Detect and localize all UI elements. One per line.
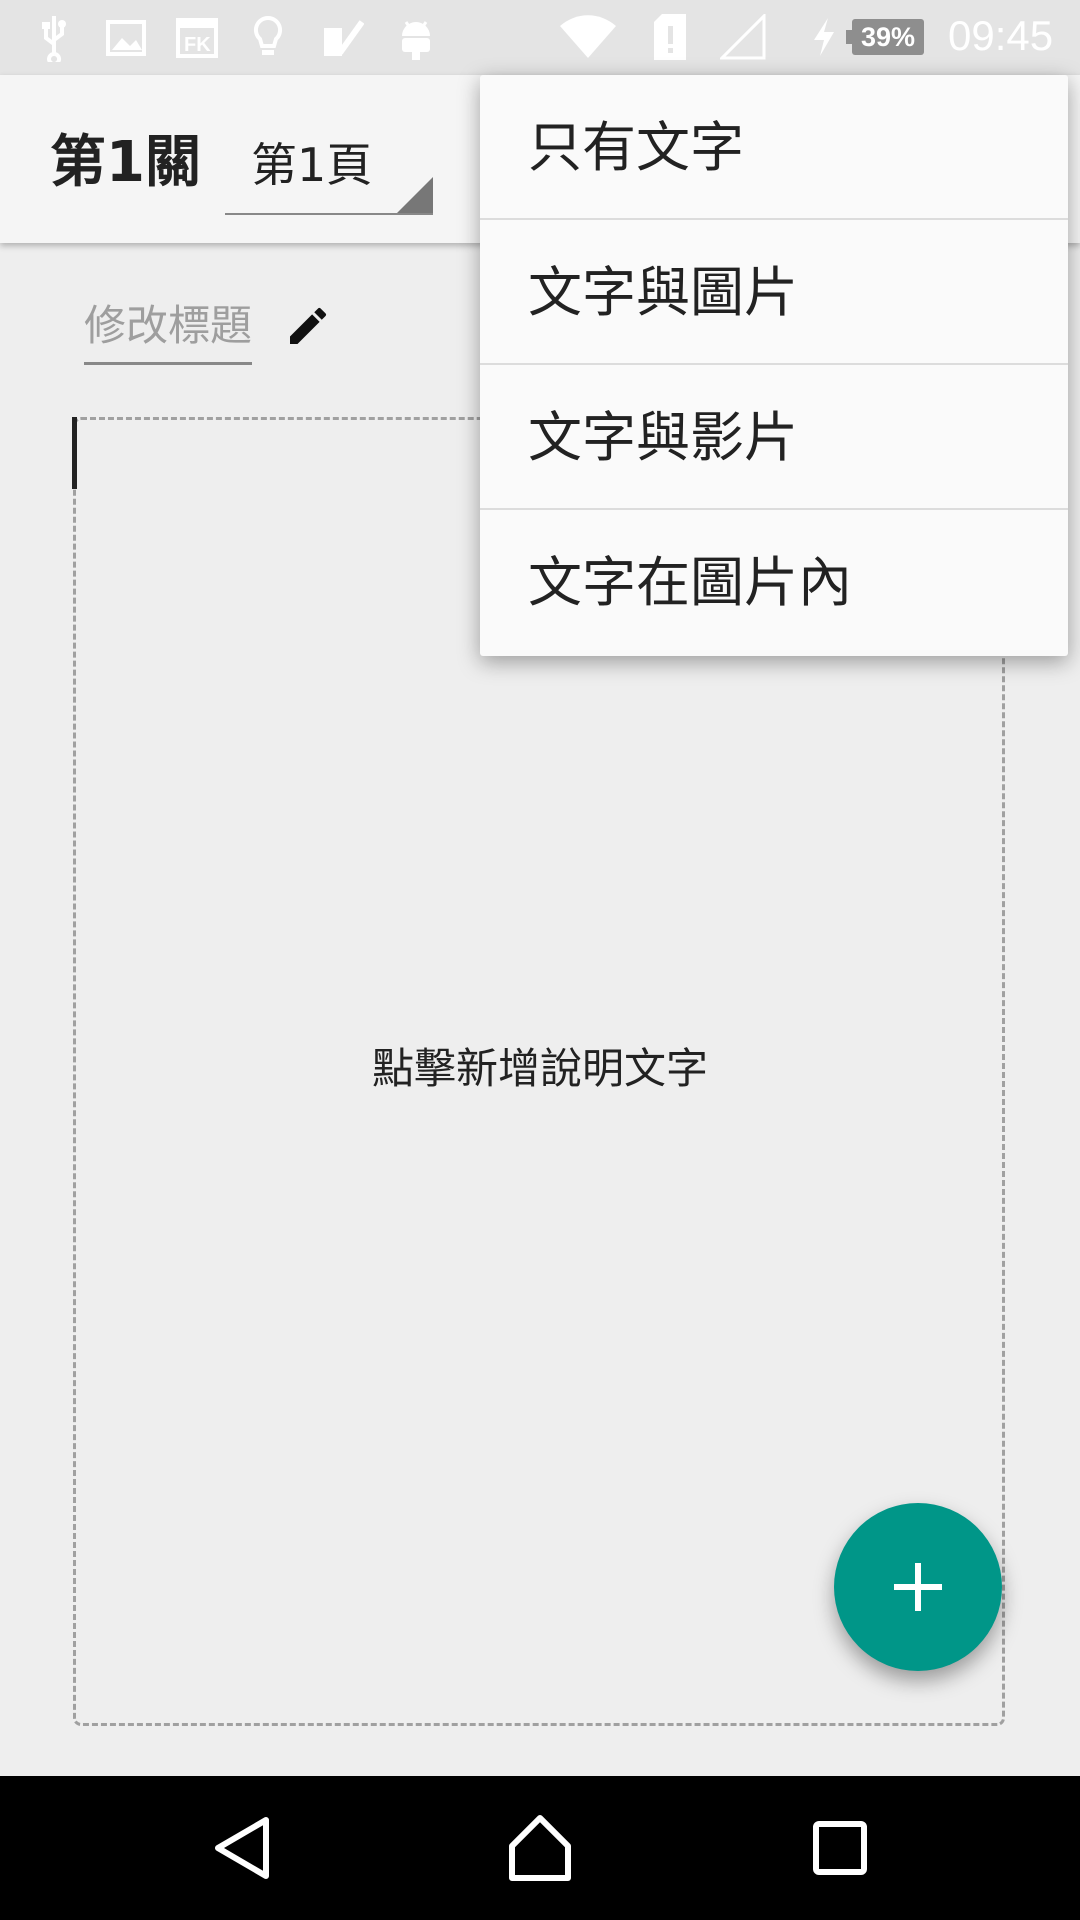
battery-indicator: 39% bbox=[846, 19, 924, 55]
menu-item-text-and-video[interactable]: 文字與影片 bbox=[480, 365, 1068, 510]
check-task-icon bbox=[324, 20, 364, 56]
add-description-hint: 點擊新增說明文字 bbox=[371, 1044, 708, 1093]
clock: 09:45 bbox=[948, 12, 1054, 59]
android-icon bbox=[402, 21, 430, 60]
text-cursor bbox=[72, 417, 77, 489]
image-icon bbox=[106, 20, 146, 56]
screen: FK 39% 09:45 第1關 第1頁 修改標題 點擊新增說明文字 只有文字 … bbox=[0, 0, 1080, 1920]
plus-icon bbox=[894, 1563, 942, 1611]
lightbulb-icon bbox=[253, 15, 283, 55]
home-icon[interactable] bbox=[498, 1806, 582, 1890]
back-icon[interactable] bbox=[200, 1806, 284, 1890]
navigation-bar bbox=[0, 1776, 1080, 1920]
pencil-icon[interactable] bbox=[284, 302, 332, 350]
add-button[interactable] bbox=[834, 1503, 1002, 1671]
title-input[interactable]: 修改標題 bbox=[84, 298, 252, 365]
title-placeholder: 修改標題 bbox=[84, 301, 253, 350]
usb-icon bbox=[42, 16, 66, 62]
page-selector-value: 第1頁 bbox=[251, 138, 373, 192]
menu-item-text-and-image[interactable]: 文字與圖片 bbox=[480, 220, 1068, 365]
page-selector[interactable]: 第1頁 bbox=[225, 105, 433, 215]
layout-type-menu: 只有文字 文字與圖片 文字與影片 文字在圖片內 bbox=[480, 75, 1068, 656]
app-fk-icon: FK bbox=[176, 18, 218, 58]
status-bar: FK 39% 09:45 bbox=[0, 0, 1080, 75]
recents-icon[interactable] bbox=[798, 1806, 882, 1890]
charging-icon bbox=[814, 18, 834, 56]
menu-item-text-in-image[interactable]: 文字在圖片內 bbox=[480, 510, 1068, 655]
level-title: 第1關 bbox=[50, 130, 201, 195]
wifi-icon bbox=[560, 15, 616, 58]
menu-item-text-only[interactable]: 只有文字 bbox=[480, 75, 1068, 220]
sim-alert-icon bbox=[654, 14, 686, 60]
signal-icon bbox=[720, 14, 766, 60]
dropdown-arrow-icon bbox=[397, 177, 433, 213]
svg-text:FK: FK bbox=[184, 34, 211, 56]
